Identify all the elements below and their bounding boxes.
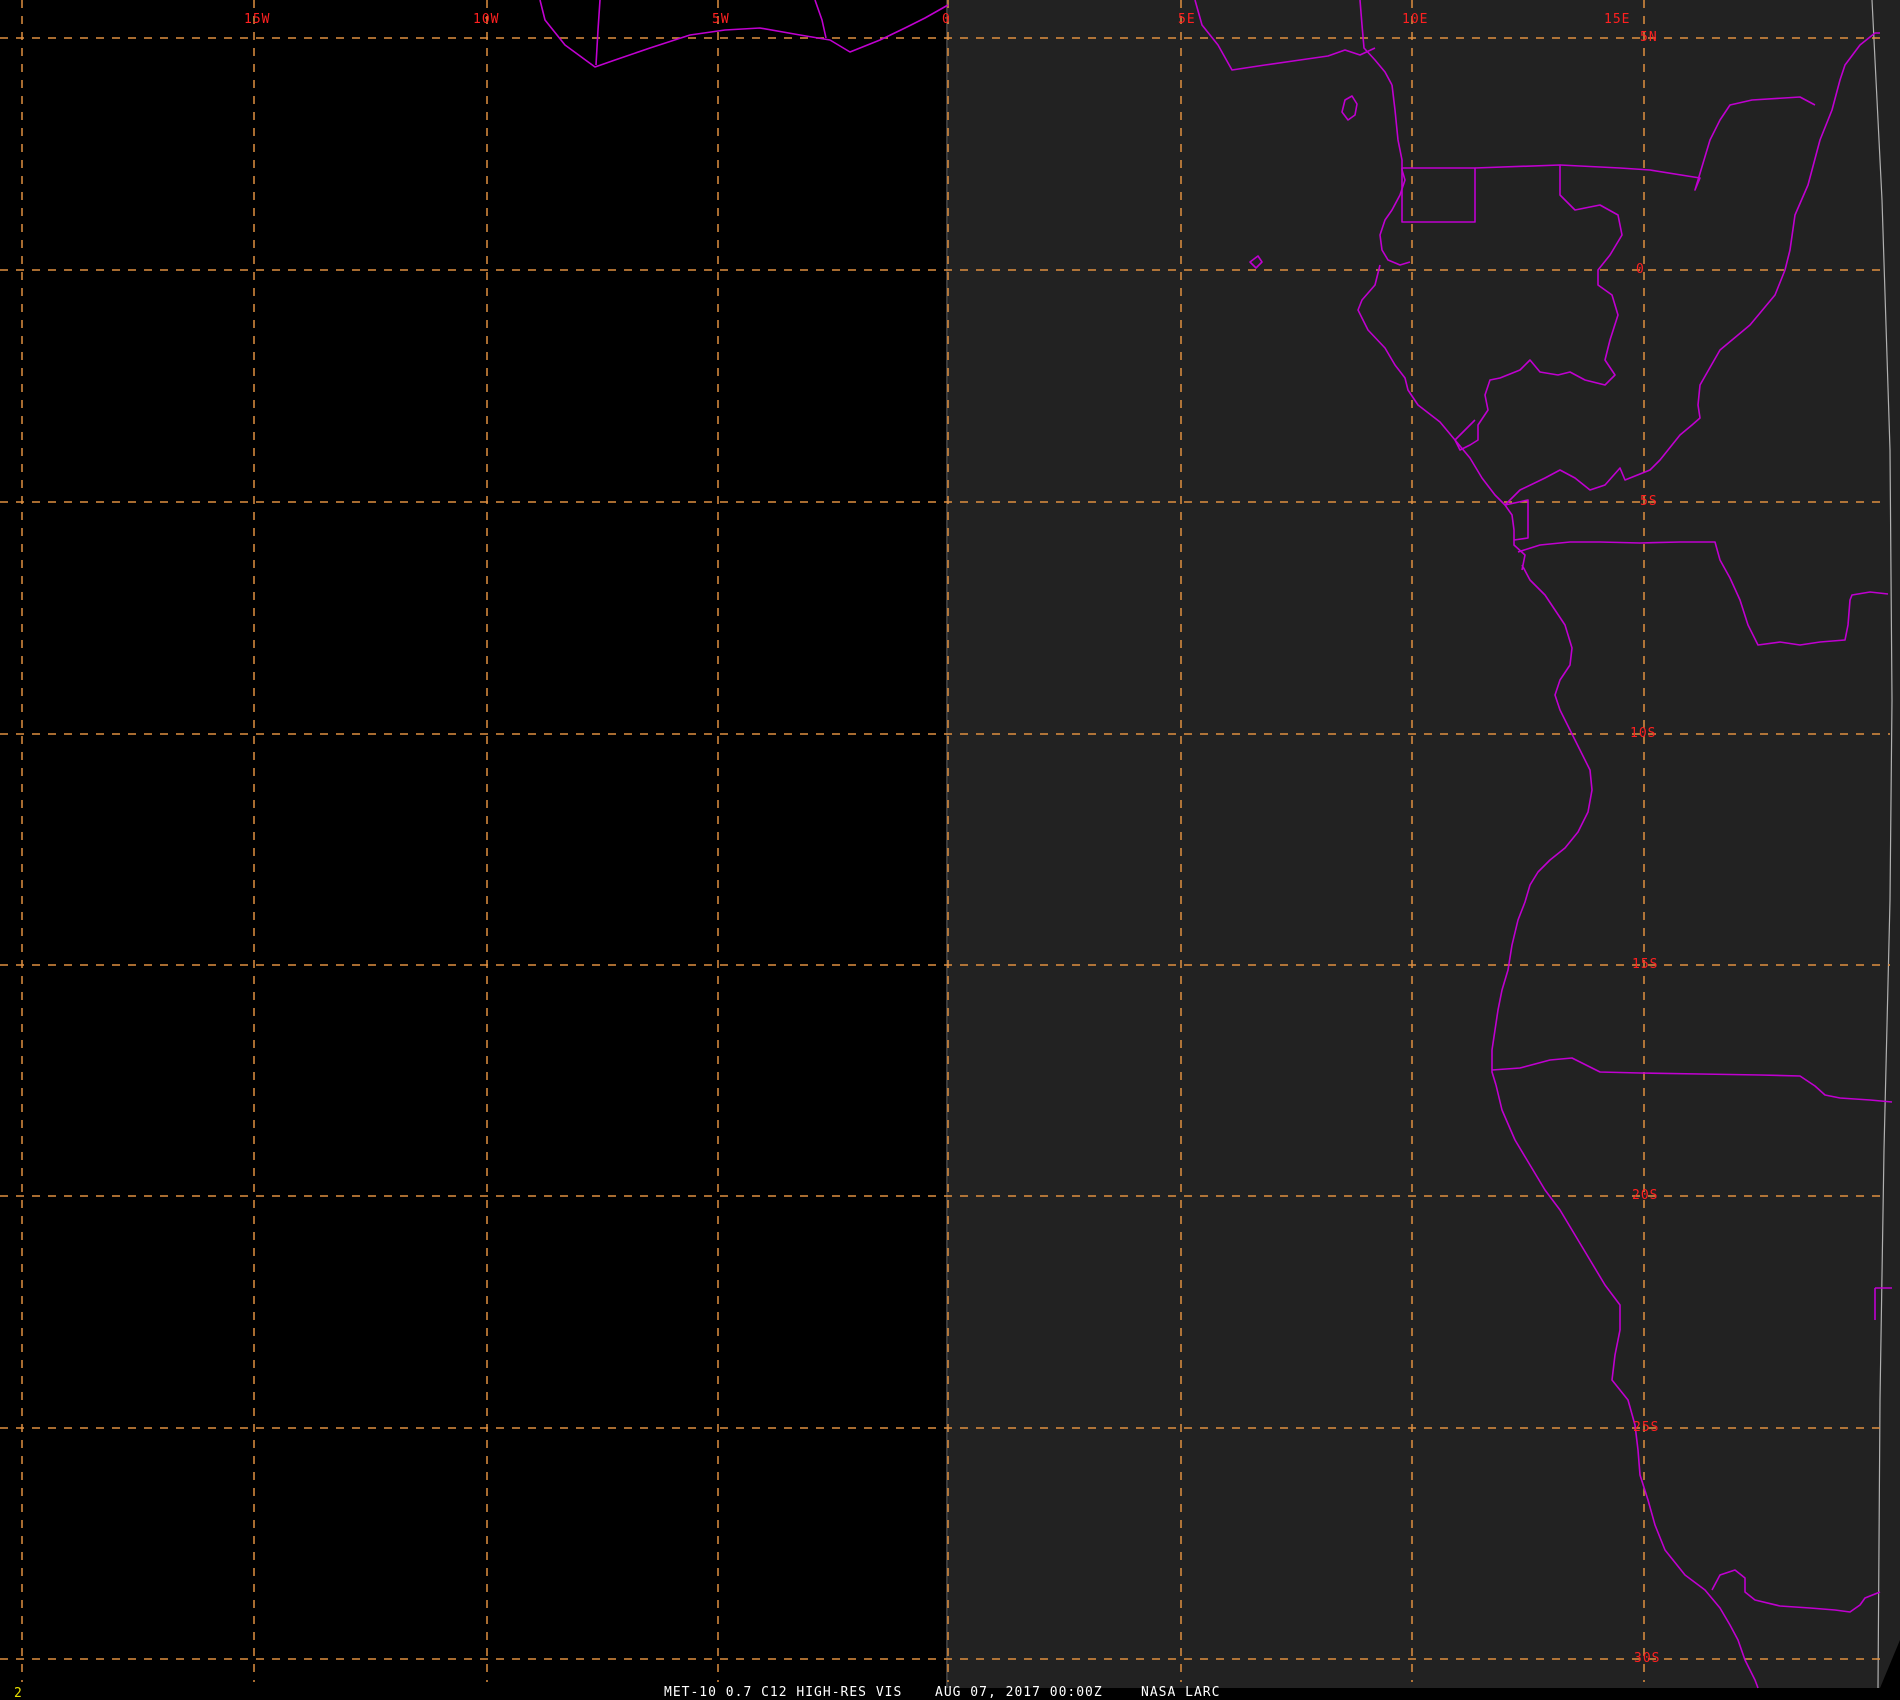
longitude-label: 10W xyxy=(473,12,499,27)
status-bar: 2 MET-10 0.7 C12 HIGH-RES VIS AUG 07, 20… xyxy=(14,1685,1220,1700)
west-africa-coastline xyxy=(539,0,949,68)
satellite-image: 15W 10W 5W 0 5E 10E 15E 5N 0 5S 10S 15S … xyxy=(0,0,1900,1700)
latitude-label: 20S xyxy=(1632,1188,1658,1203)
longitude-label: 5E xyxy=(1178,12,1196,27)
latitude-label: 15S xyxy=(1632,957,1658,972)
latitude-label: 0 xyxy=(1636,262,1645,277)
product-label: MET-10 0.7 C12 HIGH-RES VIS xyxy=(664,1685,902,1700)
imagery-dark-region xyxy=(948,0,1900,1688)
longitude-label: 0 xyxy=(942,12,951,27)
latitude-label: 5N xyxy=(1640,30,1658,45)
imagery-layer xyxy=(946,0,1900,1689)
latitude-label: 30S xyxy=(1634,1651,1660,1666)
latitude-label: 5S xyxy=(1640,494,1658,509)
longitude-label: 5W xyxy=(712,12,730,27)
longitude-label: 10E xyxy=(1402,12,1428,27)
latitude-label: 25S xyxy=(1633,1420,1659,1435)
border-ghana-ivory xyxy=(595,0,601,66)
longitude-label: 15E xyxy=(1604,12,1630,27)
satellite-map-viewer: 15W 10W 5W 0 5E 10E 15E 5N 0 5S 10S 15S … xyxy=(0,0,1900,1700)
frame-number: 2 xyxy=(14,1686,22,1700)
border-togo-benin xyxy=(814,0,827,39)
source-label: NASA LARC xyxy=(1141,1685,1220,1700)
longitude-label: 15W xyxy=(244,12,270,27)
longitude-labels: 15W 10W 5W 0 5E 10E 15E xyxy=(244,12,1630,27)
datetime-label: AUG 07, 2017 00:00Z xyxy=(935,1685,1103,1700)
latitude-label: 10S xyxy=(1630,726,1656,741)
